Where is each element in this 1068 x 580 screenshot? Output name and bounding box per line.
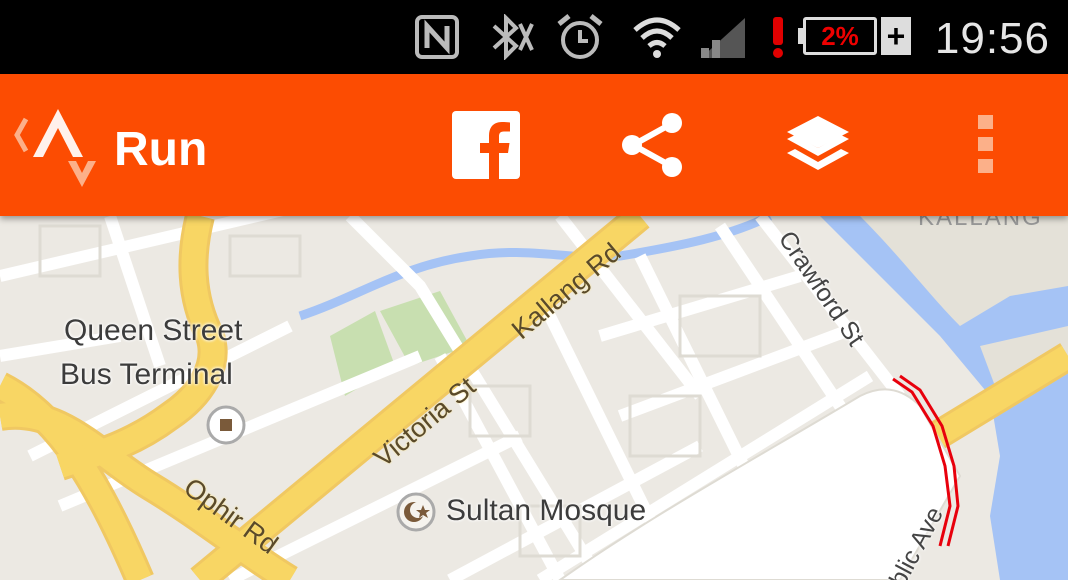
charging-icon: + bbox=[881, 17, 911, 55]
mosque-icon bbox=[396, 492, 436, 532]
battery-level-text: 2% bbox=[821, 20, 859, 51]
nfc-icon bbox=[412, 0, 462, 74]
up-navigation-button[interactable] bbox=[8, 74, 108, 216]
clock-text: 19:56 bbox=[934, 14, 1050, 63]
map-view[interactable]: KALLANG Queen Street Bus Terminal Sultan… bbox=[0, 216, 1068, 580]
signal-icon bbox=[698, 0, 748, 74]
strava-logo-icon bbox=[14, 109, 96, 187]
overflow-menu-button[interactable] bbox=[956, 74, 1016, 216]
status-bar: 2% + 19:56 bbox=[0, 0, 1068, 74]
app-bar: Run bbox=[0, 74, 1068, 216]
share-button[interactable] bbox=[606, 74, 698, 216]
layers-icon bbox=[787, 116, 849, 170]
alarm-icon bbox=[554, 0, 606, 74]
share-icon bbox=[622, 113, 682, 177]
wifi-icon bbox=[630, 0, 684, 74]
mosque-label: Sultan Mosque bbox=[446, 494, 647, 527]
facebook-share-button[interactable] bbox=[440, 74, 532, 216]
battery-icon: 2% bbox=[803, 17, 877, 55]
map-layers-button[interactable] bbox=[772, 74, 864, 216]
battery-alert-icon bbox=[766, 0, 790, 74]
overflow-menu-icon bbox=[978, 115, 993, 173]
bus-terminal-label-line1: Queen Street bbox=[64, 314, 243, 347]
bluetooth-muted-icon bbox=[480, 0, 536, 74]
bus-terminal-label-line2: Bus Terminal bbox=[60, 358, 233, 391]
district-label: KALLANG bbox=[918, 216, 1043, 231]
bus-terminal-icon bbox=[206, 405, 246, 445]
facebook-icon bbox=[452, 111, 520, 179]
screen-title: Run bbox=[114, 123, 208, 176]
